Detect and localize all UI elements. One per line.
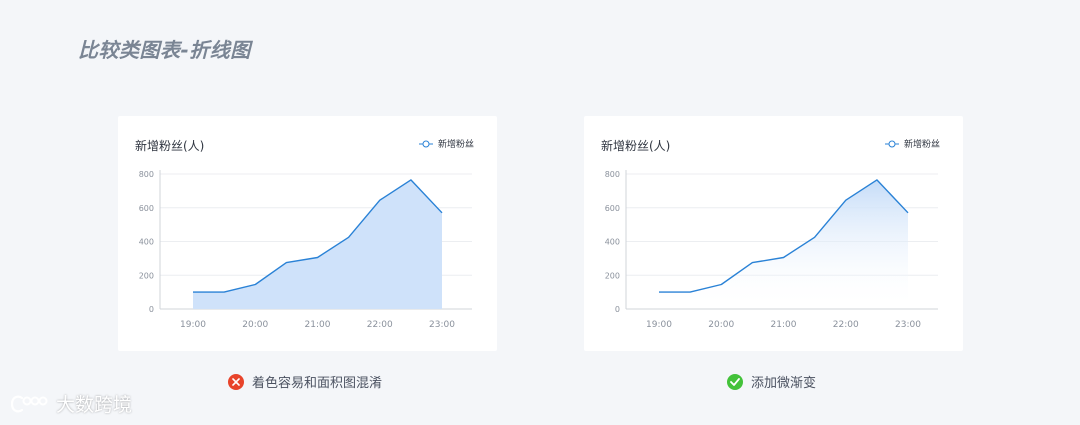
chart-title: 新增粉丝(人) <box>601 139 671 153</box>
caption-text: 着色容易和面积图混淆 <box>252 376 383 391</box>
watermark-text: 大数跨境 <box>56 394 133 416</box>
y-tick-label: 400 <box>139 238 154 247</box>
data-point[interactable] <box>440 210 445 215</box>
chart-card-gradient-fill: 0 200 400 600 800 19:00 20:00 21:00 22:00 23:00 新… <box>584 116 963 351</box>
y-tick-label: 200 <box>605 271 620 280</box>
x-icon <box>228 373 244 390</box>
caption-text: 添加微渐变 <box>751 376 817 391</box>
data-point[interactable] <box>315 255 320 260</box>
x-tick-label: 20:00 <box>242 320 268 330</box>
chart-title: 新增粉丝(人) <box>135 139 205 153</box>
y-tick-label: 800 <box>605 170 620 179</box>
check-icon <box>727 373 743 390</box>
x-tick-label: 19:00 <box>180 320 206 330</box>
series-area-fill <box>659 179 908 309</box>
brand-logo-icon <box>10 395 48 412</box>
data-point[interactable] <box>253 282 258 287</box>
page-title: 比较类图表-折线图 <box>78 38 251 62</box>
legend-line-marker-icon <box>884 140 899 147</box>
data-point[interactable] <box>812 235 817 240</box>
data-point[interactable] <box>191 290 196 295</box>
y-tick-label: 200 <box>139 271 154 280</box>
data-point[interactable] <box>906 210 911 215</box>
x-tick-label: 21:00 <box>305 320 331 330</box>
x-tick-label: 22:00 <box>833 320 859 330</box>
x-tick-label: 22:00 <box>367 320 393 330</box>
data-point[interactable] <box>719 282 724 287</box>
chart-legend[interactable]: 新增粉丝 <box>884 137 940 150</box>
y-tick-label: 0 <box>149 305 154 314</box>
caption-bad: 着色容易和面积图混淆 <box>228 372 382 391</box>
y-tick-label: 400 <box>605 238 620 247</box>
data-point[interactable] <box>750 260 755 265</box>
series-area-fill <box>193 179 442 309</box>
data-point[interactable] <box>377 198 382 203</box>
data-point[interactable] <box>346 235 351 240</box>
y-tick-label: 600 <box>139 204 154 213</box>
y-tick-label: 600 <box>605 204 620 213</box>
chart-card-solid-fill: 0 200 400 600 800 19:00 20:00 21:00 22:00 23:00 新… <box>118 116 497 351</box>
legend-label: 新增粉丝 <box>437 140 474 150</box>
x-tick-label: 23:00 <box>895 320 921 330</box>
caption-good: 添加微渐变 <box>727 372 816 391</box>
y-tick-label: 0 <box>615 305 620 314</box>
data-point[interactable] <box>843 198 848 203</box>
y-tick-label: 800 <box>139 170 154 179</box>
data-point[interactable] <box>408 177 413 182</box>
x-tick-label: 20:00 <box>708 320 734 330</box>
data-point[interactable] <box>781 255 786 260</box>
data-point[interactable] <box>657 290 662 295</box>
data-point[interactable] <box>688 290 693 295</box>
legend-label: 新增粉丝 <box>903 140 940 150</box>
data-point[interactable] <box>874 177 879 182</box>
x-tick-label: 21:00 <box>771 320 797 330</box>
watermark: 大数跨境 <box>8 390 132 417</box>
x-tick-label: 23:00 <box>429 320 455 330</box>
chart-legend[interactable]: 新增粉丝 <box>418 137 474 150</box>
data-point[interactable] <box>222 290 227 295</box>
x-tick-label: 19:00 <box>646 320 672 330</box>
legend-line-marker-icon <box>418 140 433 147</box>
data-point[interactable] <box>284 260 289 265</box>
